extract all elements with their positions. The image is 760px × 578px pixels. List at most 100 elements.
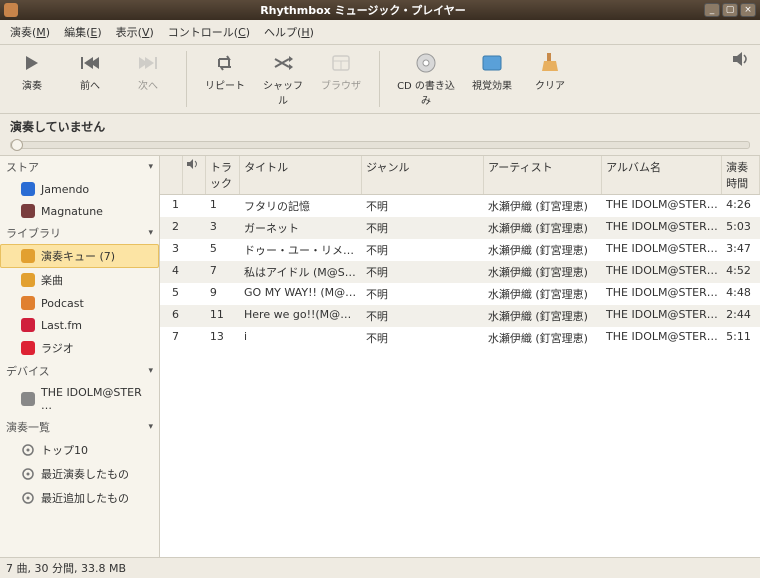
- sidebar-item[interactable]: 最近追加したもの: [0, 486, 159, 510]
- menubar: 演奏(M) 編集(E) 表示(V) コントロール(C) ヘルプ(H): [0, 20, 760, 45]
- cell-track: 3: [206, 217, 240, 239]
- repeat-button[interactable]: リピート: [201, 49, 249, 94]
- cell-title: GO MY WAY!! (M@STER VERSI…: [240, 283, 362, 305]
- browse-icon: [329, 51, 353, 75]
- menu-control[interactable]: コントロール(C): [162, 22, 256, 42]
- cell-number: 1: [160, 195, 183, 217]
- next-icon: [136, 51, 160, 75]
- table-row[interactable]: 59GO MY WAY!! (M@STER VERSI…不明水瀬伊織 (釘宮理恵…: [160, 283, 760, 305]
- col-play-indicator[interactable]: [183, 156, 206, 194]
- cell-genre: 不明: [362, 283, 484, 305]
- maximize-button[interactable]: ▢: [722, 3, 738, 17]
- cell-genre: 不明: [362, 239, 484, 261]
- cell-artist: 水瀬伊織 (釘宮理恵): [484, 261, 602, 283]
- source-icon: [21, 392, 35, 406]
- sidebar-item[interactable]: 演奏キュー (7): [0, 244, 159, 268]
- sidebar-item[interactable]: ラジオ: [0, 336, 159, 360]
- cell-track: 9: [206, 283, 240, 305]
- window-title: Rhythmbox ミュージック・プレイヤー: [24, 2, 702, 18]
- sidebar-item[interactable]: 楽曲: [0, 268, 159, 292]
- table-body: 11フタリの記憶不明水瀬伊織 (釘宮理恵)THE IDOLM@STER MAST…: [160, 195, 760, 557]
- cell-album: THE IDOLM@STER MASTER ART…: [602, 239, 722, 261]
- cell-play: [183, 195, 206, 217]
- sidebar-category[interactable]: 演奏一覧▾: [0, 416, 159, 438]
- cell-number: 4: [160, 261, 183, 283]
- cell-artist: 水瀬伊織 (釘宮理恵): [484, 305, 602, 327]
- col-title[interactable]: タイトル: [240, 156, 362, 194]
- cell-artist: 水瀬伊織 (釘宮理恵): [484, 195, 602, 217]
- burn-button[interactable]: CD の書き込み: [394, 49, 458, 109]
- cell-play: [183, 261, 206, 283]
- titlebar: Rhythmbox ミュージック・プレイヤー _ ▢ ×: [0, 0, 760, 20]
- cell-title: Here we go!!(M@STER VERSION): [240, 305, 362, 327]
- chevron-down-icon: ▾: [148, 422, 153, 432]
- cell-title: ガーネット: [240, 217, 362, 239]
- playback-status: 演奏していません: [0, 114, 760, 139]
- volume-button[interactable]: [732, 49, 752, 69]
- clear-button[interactable]: クリア: [526, 49, 574, 94]
- cell-title: i: [240, 327, 362, 349]
- cell-artist: 水瀬伊織 (釘宮理恵): [484, 327, 602, 349]
- col-number[interactable]: [160, 156, 183, 194]
- sidebar-category-label: デバイス: [6, 363, 50, 379]
- visual-button[interactable]: 視覚効果: [468, 49, 516, 94]
- cell-title: 私はアイドル (M@STER VERSION): [240, 261, 362, 283]
- cell-artist: 水瀬伊織 (釘宮理恵): [484, 217, 602, 239]
- cell-title: ドゥー・ユー・リメンバー・ミー: [240, 239, 362, 261]
- menu-edit[interactable]: 編集(E): [58, 22, 108, 42]
- sidebar-item[interactable]: Podcast: [0, 292, 159, 314]
- table-row[interactable]: 47私はアイドル (M@STER VERSION)不明水瀬伊織 (釘宮理恵)TH…: [160, 261, 760, 283]
- minimize-button[interactable]: _: [704, 3, 720, 17]
- cell-artist: 水瀬伊織 (釘宮理恵): [484, 239, 602, 261]
- table-row[interactable]: 11フタリの記憶不明水瀬伊織 (釘宮理恵)THE IDOLM@STER MAST…: [160, 195, 760, 217]
- sidebar-item-label: 演奏キュー (7): [41, 248, 115, 264]
- prev-button[interactable]: 前へ: [66, 49, 114, 94]
- close-button[interactable]: ×: [740, 3, 756, 17]
- cell-genre: 不明: [362, 217, 484, 239]
- toolbar: 演奏 前へ 次へ リピート シャッフル ブラウザ CD の書き込み 視覚効果 ク…: [0, 45, 760, 114]
- cell-duration: 4:52: [722, 261, 760, 283]
- sidebar-item[interactable]: 最近演奏したもの: [0, 462, 159, 486]
- source-icon: [21, 273, 35, 287]
- table-row[interactable]: 713i不明水瀬伊織 (釘宮理恵)THE IDOLM@STER MASTER A…: [160, 327, 760, 349]
- sidebar-item[interactable]: THE IDOLM@STER …: [0, 382, 159, 416]
- cell-album: THE IDOLM@STER MASTER ART…: [602, 327, 722, 349]
- cell-album: THE IDOLM@STER MASTER ART…: [602, 261, 722, 283]
- shuffle-button[interactable]: シャッフル: [259, 49, 307, 109]
- toolbar-separator: [379, 51, 380, 107]
- sidebar-category[interactable]: デバイス▾: [0, 360, 159, 382]
- play-button[interactable]: 演奏: [8, 49, 56, 94]
- cell-duration: 4:26: [722, 195, 760, 217]
- cell-play: [183, 327, 206, 349]
- table-row[interactable]: 35ドゥー・ユー・リメンバー・ミー不明水瀬伊織 (釘宮理恵)THE IDOLM@…: [160, 239, 760, 261]
- menu-view[interactable]: 表示(V): [110, 22, 160, 42]
- cell-duration: 5:03: [722, 217, 760, 239]
- sidebar-item[interactable]: Magnatune: [0, 200, 159, 222]
- source-icon: [21, 204, 35, 218]
- col-track[interactable]: トラック: [206, 156, 240, 194]
- source-icon: [21, 249, 35, 263]
- sidebar-category[interactable]: ストア▾: [0, 156, 159, 178]
- col-duration[interactable]: 演奏時間: [722, 156, 760, 194]
- cell-duration: 2:44: [722, 305, 760, 327]
- col-album[interactable]: アルバム名: [602, 156, 722, 194]
- repeat-icon: [213, 51, 237, 75]
- sidebar-item[interactable]: トップ10: [0, 438, 159, 462]
- shuffle-icon: [271, 51, 295, 75]
- table-row[interactable]: 611Here we go!!(M@STER VERSION)不明水瀬伊織 (釘…: [160, 305, 760, 327]
- gear-icon: [21, 491, 35, 505]
- sidebar-item[interactable]: Jamendo: [0, 178, 159, 200]
- tracklist: トラック タイトル ジャンル アーティスト アルバム名 演奏時間 11フタリの記…: [160, 156, 760, 557]
- menu-help[interactable]: ヘルプ(H): [258, 22, 320, 42]
- cell-number: 2: [160, 217, 183, 239]
- sidebar-item-label: トップ10: [41, 442, 88, 458]
- progress-slider[interactable]: [10, 141, 750, 149]
- menu-music[interactable]: 演奏(M): [4, 22, 56, 42]
- sidebar-item[interactable]: Last.fm: [0, 314, 159, 336]
- progress-thumb[interactable]: [11, 139, 23, 151]
- col-genre[interactable]: ジャンル: [362, 156, 484, 194]
- sidebar-category[interactable]: ライブラリ▾: [0, 222, 159, 244]
- sidebar-item-label: Last.fm: [41, 319, 82, 332]
- col-artist[interactable]: アーティスト: [484, 156, 602, 194]
- table-row[interactable]: 23ガーネット不明水瀬伊織 (釘宮理恵)THE IDOLM@STER MASTE…: [160, 217, 760, 239]
